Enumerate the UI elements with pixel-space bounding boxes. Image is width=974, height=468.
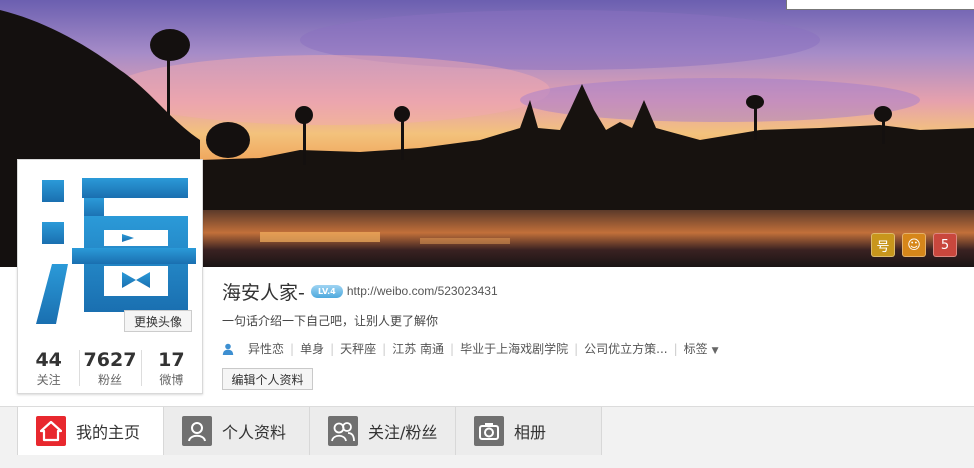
stat-posts[interactable]: 17 微博 <box>140 344 202 392</box>
tab-label: 关注/粉丝 <box>368 423 438 442</box>
profile-bio[interactable]: 一句话介绍一下自己吧，让别人更了解你 <box>222 312 438 329</box>
stat-following[interactable]: 44 关注 <box>18 344 79 392</box>
tag-orientation: 异性恋 <box>248 342 285 356</box>
level-badge[interactable]: LV.4 <box>310 284 343 298</box>
tab-follow-fans[interactable]: 关注/粉丝 <box>310 407 456 455</box>
stat-label: 微博 <box>159 373 184 387</box>
profile-info: 海安人家- LV.4 http://weibo.com/523023431 一句… <box>222 278 719 390</box>
profile-tab-bar: 我的主页 个人资料 关注/粉丝 相册 <box>0 406 974 468</box>
tab-album[interactable]: 相册 <box>456 407 602 455</box>
profile-name: 海安人家- <box>222 281 305 304</box>
tag-zodiac: 天秤座 <box>340 342 377 356</box>
person-icon <box>182 416 212 446</box>
tags-dropdown[interactable]: 标签 ▼ <box>678 340 725 357</box>
member-number-icon[interactable]: 号 <box>871 233 895 257</box>
tab-label: 我的主页 <box>76 423 141 442</box>
tags-dropdown-label: 标签 <box>683 342 708 356</box>
tab-label: 个人资料 <box>222 423 287 442</box>
user-icon <box>222 343 234 355</box>
profile-url[interactable]: http://weibo.com/523023431 <box>347 284 498 298</box>
tag-location[interactable]: 江苏 南通 <box>386 340 450 357</box>
stat-value: 44 <box>35 349 62 371</box>
home-icon <box>36 416 66 446</box>
stats-bar: 44 关注 7627 粉丝 17 微博 <box>18 344 202 392</box>
tag-company[interactable]: 公司优立方策... <box>578 340 673 357</box>
camera-icon <box>474 416 504 446</box>
tab-profile[interactable]: 个人资料 <box>164 407 310 455</box>
caret-down-icon: ▼ <box>711 346 719 356</box>
search-box-edge[interactable] <box>786 0 974 10</box>
people-icon <box>328 416 358 446</box>
stat-value: 7627 <box>83 349 137 371</box>
tab-label: 相册 <box>514 423 547 442</box>
tiger-badge-icon[interactable]: ☺ <box>902 233 926 257</box>
five-badge-icon[interactable]: 5 <box>933 233 957 257</box>
edit-profile-button[interactable]: 编辑个人资料 <box>222 368 313 390</box>
change-avatar-button[interactable]: 更换头像 <box>124 310 192 332</box>
stat-value: 17 <box>158 349 185 371</box>
avatar-card: 更换头像 44 关注 7627 粉丝 17 微博 <box>17 159 203 394</box>
tag-relationship: 单身 <box>300 342 325 356</box>
stat-followers[interactable]: 7627 粉丝 <box>79 344 140 392</box>
tag-school[interactable]: 毕业于上海戏剧学院 <box>454 340 574 357</box>
stat-label: 关注 <box>36 373 61 387</box>
profile-tags: 异性恋 | 单身 | 天秤座 | 江苏 南通 | 毕业于上海戏剧学院 | 公司优… <box>222 340 725 357</box>
stat-label: 粉丝 <box>97 373 122 387</box>
tab-home[interactable]: 我的主页 <box>17 407 164 455</box>
